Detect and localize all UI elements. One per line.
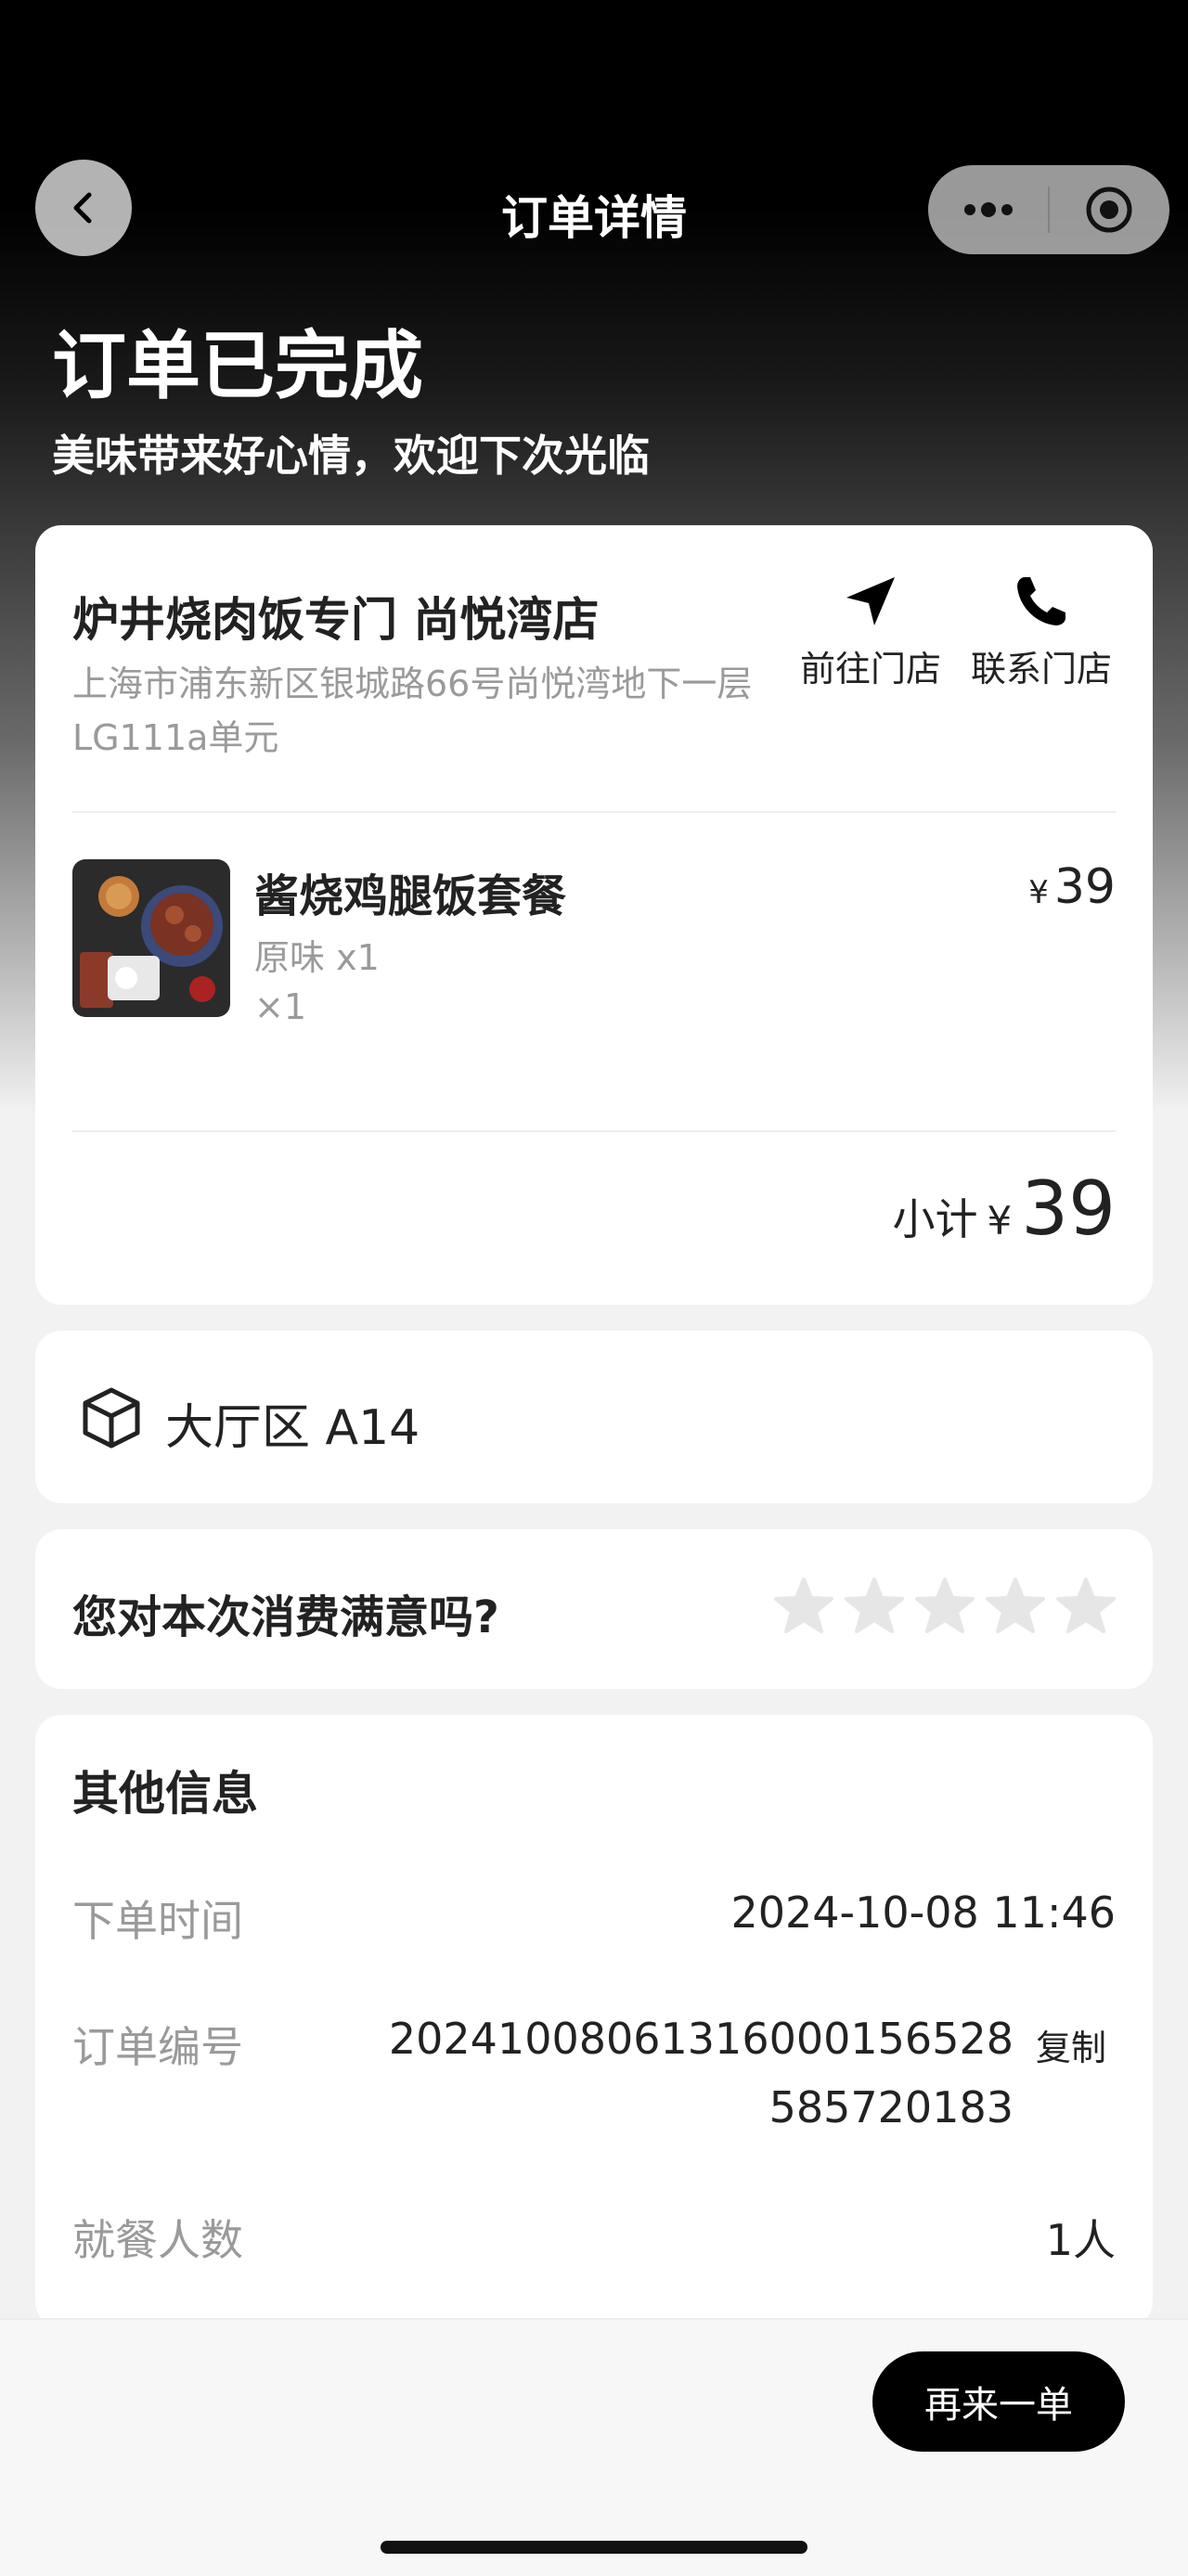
store-divider: [72, 811, 1116, 813]
copy-order-number-button[interactable]: 复制: [1036, 2019, 1106, 2070]
subtotal-amount: 39: [1021, 1166, 1116, 1252]
order-number-line2: 585720183: [768, 2082, 1014, 2132]
item-name: 酱烧鸡腿饭套餐: [254, 870, 567, 922]
rating-card: 您对本次消费满意吗?: [35, 1529, 1153, 1689]
call-store-label: 联系门店: [970, 649, 1112, 689]
store-name: 炉井烧肉饭专门 尚悦湾店: [72, 593, 600, 647]
subtotal: 小计 ¥ 39: [892, 1166, 1116, 1252]
more-button[interactable]: [928, 165, 1048, 254]
subtotal-currency: ¥: [987, 1198, 1013, 1243]
order-time-label: 下单时间: [72, 1896, 243, 1946]
star-icon[interactable]: [845, 1576, 904, 1635]
item-price-currency: ¥: [1028, 874, 1049, 911]
order-number-label: 订单编号: [72, 2022, 243, 2072]
diners-value: 1人: [1045, 2215, 1116, 2265]
star-icon[interactable]: [986, 1576, 1045, 1635]
star-icon[interactable]: [774, 1576, 833, 1635]
item-image: [72, 859, 230, 1017]
seat-card: 大厅区 A14: [35, 1331, 1153, 1503]
star-icon[interactable]: [915, 1576, 975, 1635]
order-status-subtitle: 美味带来好心情，欢迎下次光临: [52, 431, 650, 481]
subtotal-label: 小计: [892, 1194, 978, 1244]
item-spec: 原味 x1: [254, 937, 380, 978]
rating-stars: [774, 1576, 1116, 1635]
star-icon[interactable]: [1056, 1576, 1116, 1635]
navigate-store-button[interactable]: 前往门店: [796, 572, 945, 691]
other-info-title: 其他信息: [72, 1767, 258, 1821]
store-address: 上海市浦东新区银城路66号尚悦湾地下一层LG111a单元: [72, 663, 753, 758]
close-miniprogram-button[interactable]: [1050, 165, 1169, 254]
call-store-button[interactable]: 联系门店: [967, 572, 1116, 691]
diners-label: 就餐人数: [72, 2215, 243, 2265]
target-icon: [1086, 187, 1132, 233]
navigate-store-label: 前往门店: [799, 649, 941, 689]
seat-location: 大厅区 A14: [165, 1400, 420, 1456]
item-price-value: 39: [1053, 859, 1116, 915]
navigation-arrow-icon: [846, 577, 895, 625]
more-dots-icon: [963, 202, 1013, 217]
rating-question: 您对本次消费满意吗?: [72, 1591, 499, 1643]
order-time-value: 2024-10-08 11:46: [730, 1887, 1116, 1938]
reorder-button[interactable]: 再来一单: [872, 2351, 1125, 2452]
mini-program-capsule: [928, 165, 1169, 254]
other-info-card: 其他信息 下单时间 2024-10-08 11:46 订单编号 20241008…: [35, 1715, 1153, 2327]
order-card: 炉井烧肉饭专门 尚悦湾店 上海市浦东新区银城路66号尚悦湾地下一层LG111a单…: [35, 525, 1153, 1305]
home-indicator: [381, 2541, 807, 2554]
bottom-action-bar: 再来一单: [0, 2318, 1188, 2576]
order-status-title: 订单已完成: [52, 323, 423, 409]
phone-icon: [1017, 577, 1065, 625]
order-number-line1: 2024100806131600015652​8: [388, 2014, 1014, 2064]
table-cube-icon: [83, 1387, 140, 1449]
item-quantity: ×1: [254, 986, 307, 1027]
item-divider: [72, 1130, 1116, 1132]
item-price: ¥39: [1028, 859, 1116, 915]
